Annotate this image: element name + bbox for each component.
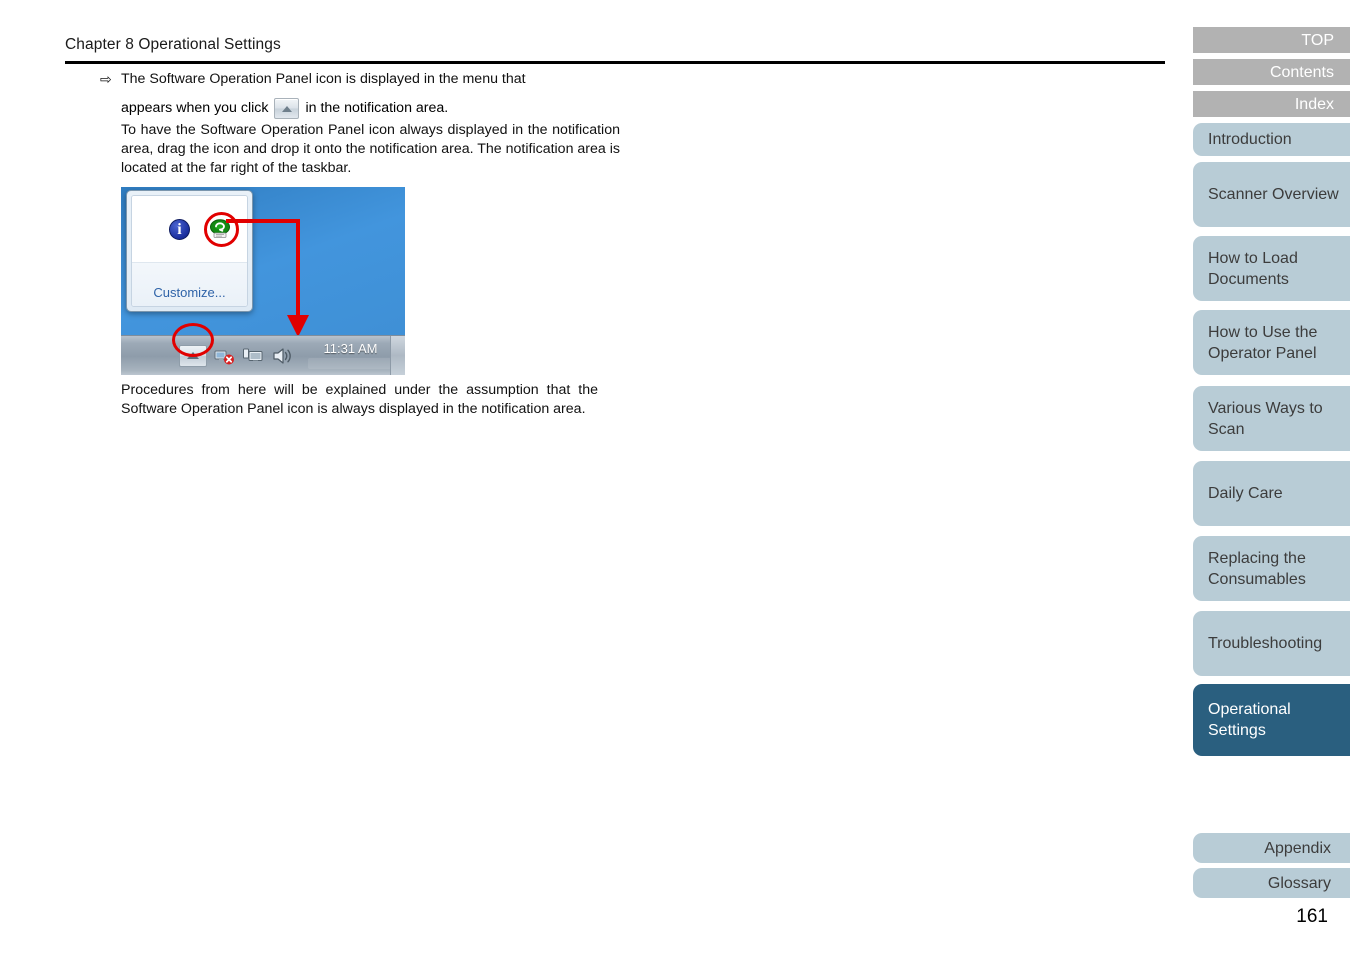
drag-arrow-horizontal-segment	[226, 219, 300, 223]
sidebar-tab-index[interactable]: Index	[1193, 91, 1350, 117]
volume-icon[interactable]	[271, 345, 294, 367]
network-disconnected-icon[interactable]	[213, 345, 236, 367]
click-tray-instruction: appears when you click in the notificati…	[121, 98, 620, 119]
sidebar-tab-label: Contents	[1269, 63, 1334, 81]
info-icon[interactable]	[169, 219, 190, 240]
sidebar-tab-operational-settings[interactable]: Operational Settings	[1193, 684, 1350, 756]
procedures-paragraph: Procedures from here will be explained u…	[121, 382, 598, 417]
display-icon-glyph	[243, 348, 263, 363]
sidebar-tab-label: Introduction	[1208, 131, 1292, 148]
sidebar-tab-label: TOP	[1301, 31, 1334, 49]
volume-icon-glyph	[273, 348, 291, 364]
main-content: ⇨ The Software Operation Panel icon is d…	[100, 70, 620, 178]
highlight-circle-show-hidden-icons-button	[172, 323, 214, 357]
sidebar-tab-troubleshooting[interactable]: Troubleshooting	[1193, 611, 1350, 676]
sidebar-tab-label: Replacing the Consumables	[1208, 549, 1306, 588]
hidden-icons-row	[132, 196, 247, 262]
sidebar-tab-label: Troubleshooting	[1208, 635, 1323, 652]
sidebar-tab-scanner-overview[interactable]: Scanner Overview	[1193, 162, 1350, 227]
windows-notification-area-figure: Customize...	[121, 187, 405, 375]
click-tray-instruction-prefix: appears when you click	[121, 100, 269, 116]
sidebar-tab-label: Appendix	[1264, 839, 1331, 857]
page-number: 161	[1296, 906, 1328, 927]
sidebar-tab-label: Daily Care	[1208, 485, 1283, 502]
chapter-header: Chapter 8 Operational Settings	[65, 36, 281, 53]
display-icon[interactable]	[242, 345, 265, 367]
sidebar-navigation: TOP Contents Index Introduction Scanner Over…	[1193, 0, 1350, 954]
sidebar-tab-introduction[interactable]: Introduction	[1193, 123, 1350, 156]
sidebar-tab-label: How to Use the Operator Panel	[1208, 323, 1318, 362]
windows-taskbar: 11:31 AM	[121, 335, 405, 375]
drag-arrow-head-icon	[287, 315, 309, 337]
hidden-icons-flyout-inner: Customize...	[131, 195, 248, 307]
hidden-icons-flyout: Customize...	[126, 190, 253, 312]
customize-link[interactable]: Customize...	[132, 285, 247, 300]
sidebar-tab-replacing-the-consumables[interactable]: Replacing the Consumables	[1193, 536, 1350, 601]
sidebar-tab-label: Operational Settings	[1208, 701, 1291, 739]
sidebar-tab-label: Index	[1294, 95, 1334, 113]
sidebar-tab-appendix[interactable]: Appendix	[1193, 833, 1350, 863]
drag-arrow-vertical-segment	[296, 219, 300, 320]
highlight-circle-software-operation-panel-icon	[204, 212, 239, 247]
always-display-paragraph: To have the Software Operation Panel ico…	[121, 122, 620, 176]
show-desktop-button[interactable]	[390, 336, 405, 375]
arrow-bullet-icon: ⇨	[100, 71, 112, 87]
sidebar-tab-label: Scanner Overview	[1208, 186, 1339, 203]
sidebar-tab-daily-care[interactable]: Daily Care	[1193, 461, 1350, 526]
bullet-note: ⇨ The Software Operation Panel icon is d…	[100, 70, 620, 89]
click-tray-instruction-suffix: in the notification area.	[305, 100, 449, 116]
bullet-note-text: The Software Operation Panel icon is dis…	[121, 71, 526, 87]
sidebar-tab-contents[interactable]: Contents	[1193, 59, 1350, 85]
sidebar-tab-top[interactable]: TOP	[1193, 27, 1350, 53]
taskbar-clock[interactable]: 11:31 AM	[308, 341, 393, 356]
sidebar-tab-various-ways-to-scan[interactable]: Various Ways to Scan	[1193, 386, 1350, 451]
show-hidden-icons-chevron-icon	[274, 98, 300, 119]
network-icon-glyph	[214, 350, 234, 365]
header-divider	[65, 61, 1165, 64]
customize-area: Customize...	[132, 263, 247, 306]
sidebar-tab-glossary[interactable]: Glossary	[1193, 868, 1350, 898]
taskbar-date	[308, 358, 393, 369]
sidebar-tab-label: Glossary	[1267, 874, 1331, 892]
sidebar-tab-label: How to Load Documents	[1208, 249, 1298, 288]
sidebar-tab-label: Various Ways to Scan	[1208, 399, 1323, 438]
sidebar-tab-how-to-load-documents[interactable]: How to Load Documents	[1193, 236, 1350, 301]
sidebar-tab-how-to-use-the-operator-panel[interactable]: How to Use the Operator Panel	[1193, 310, 1350, 375]
